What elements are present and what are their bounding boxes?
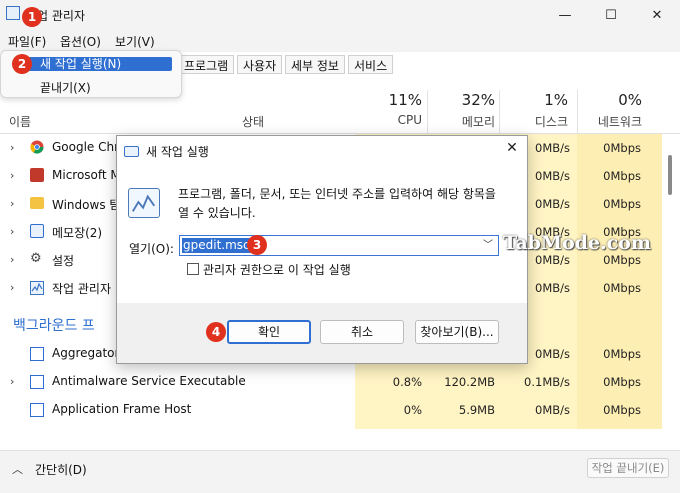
disk-percent: 1% xyxy=(544,91,568,109)
disk-value: 0MB/s xyxy=(535,403,570,417)
gear-icon: ⚙ xyxy=(30,251,42,266)
memory-value: 5.9MB xyxy=(458,403,495,417)
column-memory[interactable]: 메모리 xyxy=(440,113,495,130)
app-row-name[interactable]: 설정 xyxy=(52,252,74,269)
network-value: 0Mbps xyxy=(603,347,641,361)
app-row-name[interactable]: Windows 탐 xyxy=(52,196,120,213)
task-manager-icon xyxy=(6,6,20,20)
expand-chevron-icon[interactable]: › xyxy=(10,281,14,294)
column-divider xyxy=(577,90,578,134)
column-divider xyxy=(427,90,428,134)
process-row-name[interactable]: Aggregator xyxy=(52,346,119,360)
column-divider xyxy=(499,90,500,134)
cpu-value: 0.8% xyxy=(392,375,422,389)
watermark-text: TabMode.com xyxy=(503,232,651,254)
admin-checkbox[interactable] xyxy=(187,263,199,275)
dialog-description: 프로그램, 폴더, 문서, 또는 인터넷 주소를 입력하여 해당 항목을 열 수… xyxy=(178,187,496,220)
column-status[interactable]: 상태 xyxy=(242,113,264,130)
expand-chevron-icon[interactable]: › xyxy=(10,375,14,388)
step-marker-2: 2 xyxy=(12,54,32,74)
column-network[interactable]: 네트워크 xyxy=(580,113,642,130)
expand-chevron-icon[interactable]: › xyxy=(10,197,14,210)
menu-bar xyxy=(0,30,680,52)
dialog-title: 새 작업 실행 xyxy=(146,145,209,159)
background-section-title: 백그라운드 프 xyxy=(13,318,95,334)
cpu-value: 0% xyxy=(403,403,422,417)
cancel-button[interactable]: 취소 xyxy=(320,320,404,344)
step-marker-4: 4 xyxy=(206,322,226,342)
chrome-icon xyxy=(30,140,44,154)
expand-chevron-icon[interactable]: › xyxy=(10,253,14,266)
tab-details[interactable]: 세부 정보 xyxy=(285,55,345,74)
maximize-button[interactable]: ☐ xyxy=(588,0,634,30)
tab-programs[interactable]: 프로그램 xyxy=(178,55,235,74)
network-value: 0Mbps xyxy=(603,281,641,295)
browse-button[interactable]: 찾아보기(B)... xyxy=(415,320,499,344)
open-label: 열기(O): xyxy=(129,242,174,256)
folder-icon xyxy=(30,197,44,209)
close-button[interactable]: ✕ xyxy=(634,0,680,30)
process-icon xyxy=(30,403,44,417)
column-name[interactable]: 이름 xyxy=(9,113,31,130)
menu-view[interactable]: 보기(V) xyxy=(115,33,155,50)
app-row-name[interactable]: 작업 관리자 xyxy=(52,280,111,297)
process-icon xyxy=(30,375,44,389)
process-row-name[interactable]: Antimalware Service Executable xyxy=(52,374,246,388)
disk-value: 0.1MB/s xyxy=(524,375,570,389)
run-program-icon xyxy=(128,188,160,218)
menu-file[interactable]: 파일(F) xyxy=(8,33,46,50)
expand-chevron-icon[interactable]: › xyxy=(10,225,14,238)
end-task-button[interactable]: 작업 끝내기(E) xyxy=(587,458,669,478)
cpu-percent: 11% xyxy=(388,91,422,109)
network-value: 0Mbps xyxy=(603,197,641,211)
tab-services[interactable]: 서비스 xyxy=(348,55,394,74)
menu-item-run-new-task[interactable]: 새 작업 실행(N) xyxy=(40,57,121,71)
admin-checkbox-label[interactable]: 관리자 권한으로 이 작업 실행 xyxy=(203,261,351,278)
process-icon xyxy=(30,347,44,361)
step-marker-1: 1 xyxy=(22,7,42,27)
menu-options[interactable]: 옵션(O) xyxy=(60,33,101,50)
menu-item-exit[interactable]: 끝내기(X) xyxy=(40,79,91,96)
chevron-up-icon[interactable]: ︿ xyxy=(12,461,23,477)
open-input[interactable]: gpedit.msc xyxy=(182,238,251,253)
memory-percent: 32% xyxy=(461,91,495,109)
network-value: 0Mbps xyxy=(603,141,641,155)
network-value: 0Mbps xyxy=(603,375,641,389)
app-row-name[interactable]: 메모장(2) xyxy=(52,224,102,241)
chevron-down-icon[interactable]: ﹀ xyxy=(483,236,493,251)
network-value: 0Mbps xyxy=(603,169,641,183)
task-manager-icon xyxy=(30,281,44,295)
network-value: 0Mbps xyxy=(603,253,641,267)
tab-users[interactable]: 사용자 xyxy=(237,55,283,74)
expand-chevron-icon[interactable]: › xyxy=(10,141,14,154)
dialog-close-button[interactable]: ✕ xyxy=(497,140,527,160)
memory-value: 120.2MB xyxy=(444,375,495,389)
scrollbar-thumb[interactable] xyxy=(668,155,672,195)
column-cpu[interactable]: CPU xyxy=(372,113,422,127)
ok-button[interactable]: 확인 xyxy=(227,320,311,344)
app-row-name[interactable]: Microsoft M xyxy=(52,168,121,182)
network-percent: 0% xyxy=(618,91,642,109)
minimize-button[interactable]: — xyxy=(542,0,588,30)
app-icon xyxy=(30,168,44,182)
notepad-icon xyxy=(30,224,44,238)
step-marker-3: 3 xyxy=(247,235,267,255)
run-dialog-icon xyxy=(124,146,139,157)
expand-chevron-icon[interactable]: › xyxy=(10,169,14,182)
process-row-name[interactable]: Application Frame Host xyxy=(52,402,191,416)
footer-bar xyxy=(0,450,680,493)
column-disk[interactable]: 디스크 xyxy=(518,113,568,130)
network-value: 0Mbps xyxy=(603,403,641,417)
fewer-details-button[interactable]: 간단히(D) xyxy=(35,461,87,478)
header-divider xyxy=(0,133,680,134)
